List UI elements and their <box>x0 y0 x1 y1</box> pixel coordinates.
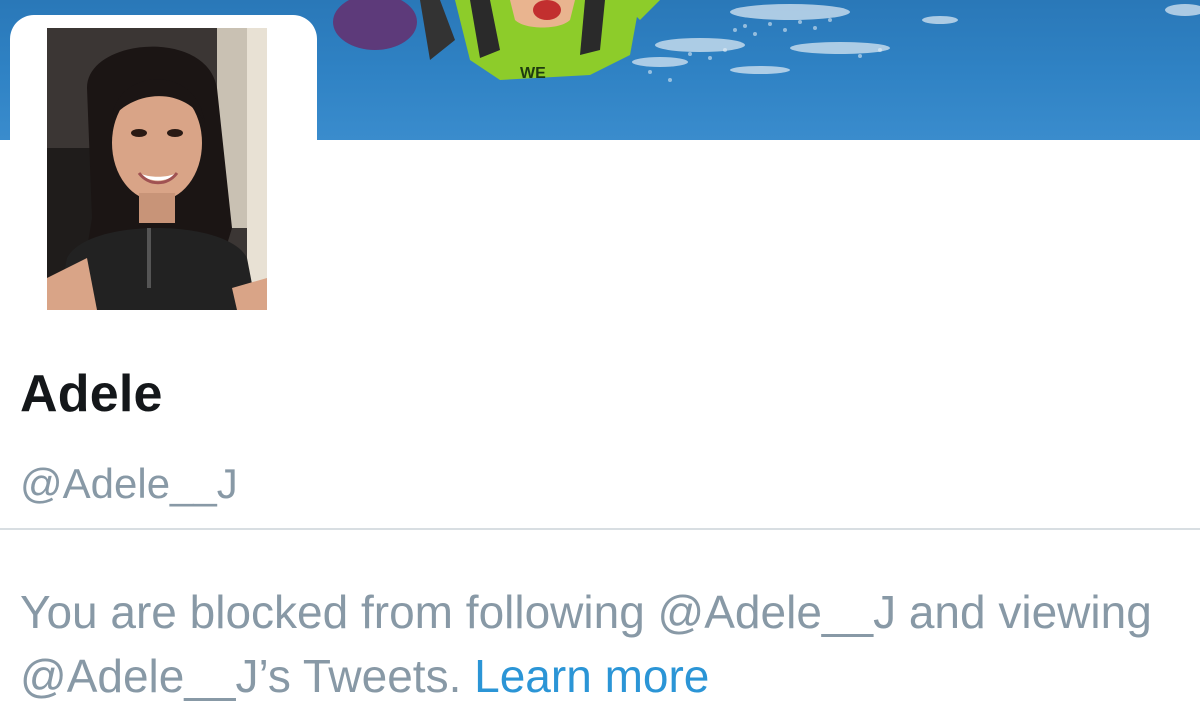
section-divider <box>0 528 1200 530</box>
avatar[interactable] <box>47 28 267 310</box>
profile-handle: @Adele__J <box>20 460 238 507</box>
learn-more-link[interactable]: Learn more <box>474 650 709 702</box>
profile-display-name: Adele <box>20 365 163 423</box>
avatar-image <box>47 28 267 310</box>
profile-page: WE Adele @Adele__J You are blocked from … <box>0 0 1200 704</box>
banner-suit-text: WE <box>520 65 546 82</box>
blocked-notice: You are blocked from following @Adele__J… <box>20 580 1190 704</box>
